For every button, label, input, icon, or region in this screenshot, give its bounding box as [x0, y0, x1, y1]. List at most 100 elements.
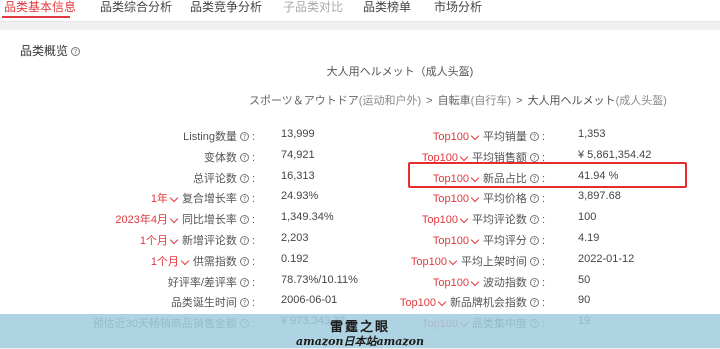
right-period-dropdown[interactable]: Top100	[433, 131, 469, 143]
breadcrumb-item-bicycle[interactable]: 自転車(自行车)	[438, 95, 511, 107]
highlight-box	[408, 162, 687, 188]
chevron-down-icon[interactable]	[437, 298, 447, 307]
help-icon[interactable]: ?	[239, 194, 249, 204]
tab-category-ranking[interactable]: 品类榜单	[363, 0, 411, 14]
left-metric-value: 2,203	[281, 232, 309, 244]
watermark-subtitle: amazon日本站amazon	[296, 335, 424, 348]
right-period-dropdown[interactable]: Top100	[433, 277, 469, 289]
section-title-text: 品类概览	[20, 44, 69, 58]
left-period-dropdown[interactable]: 1个月	[140, 235, 168, 247]
help-icon[interactable]: ?	[239, 132, 249, 141]
right-metric-label: Top100 平均评论数?:	[422, 211, 545, 227]
breadcrumb-item-adult-helmet: 大人用ヘルメット(成人头盔)	[527, 95, 667, 107]
left-metric-label: 好评率/差评率?:	[168, 274, 255, 290]
tab-category-competition-analysis[interactable]: 品类竞争分析	[190, 0, 262, 14]
left-period-dropdown[interactable]: 1年	[151, 193, 168, 205]
colon: :	[251, 255, 255, 268]
help-icon[interactable]: ?	[529, 132, 539, 141]
left-metric-name: 总评论数	[192, 172, 237, 185]
help-icon[interactable]: ?	[239, 256, 249, 266]
right-period-dropdown[interactable]: Top100	[422, 214, 458, 226]
help-icon[interactable]: ?	[239, 236, 249, 245]
right-metric-name: 平均价格	[482, 193, 527, 206]
tab-category-basic-info[interactable]: 品类基本信息	[4, 0, 76, 14]
help-icon[interactable]: ?	[529, 236, 539, 245]
help-icon[interactable]: ?	[529, 215, 539, 225]
left-metric-label: 1年 复合增长率?:	[151, 190, 255, 206]
colon: :	[541, 214, 545, 227]
chevron-down-icon[interactable]	[470, 235, 480, 245]
right-metric-name: 波动指数	[482, 276, 527, 289]
chevron-down-icon[interactable]	[169, 215, 179, 224]
right-metric-value: 4.19	[578, 232, 600, 244]
colon: :	[251, 297, 255, 310]
tab-market-analysis[interactable]: 市场分析	[434, 0, 482, 14]
right-period-dropdown[interactable]: Top100	[411, 256, 447, 268]
tab-subcategory-compare[interactable]: 子品类对比	[283, 0, 343, 14]
colon: :	[541, 193, 545, 206]
help-icon[interactable]: ?	[529, 194, 539, 204]
colon: :	[251, 172, 255, 185]
category-overview-panel: 品类概览? 大人用ヘルメット（成人头盔) スポーツ＆アウトドア(运动和户外) >…	[0, 30, 720, 348]
left-metric-name: 好评率/差评率	[167, 276, 237, 289]
help-icon[interactable]: ?	[529, 152, 539, 162]
left-metric-name: Listing数量	[183, 131, 237, 143]
left-metric-label: 2023年4月 同比增长率?:	[115, 211, 255, 227]
left-metric-name: 变体数	[203, 151, 237, 164]
right-metric-name: 平均评论数	[471, 214, 527, 227]
left-metric-value: 16,313	[281, 169, 315, 182]
left-metric-name: 供需指数	[192, 255, 237, 268]
help-icon[interactable]: ?	[239, 215, 249, 225]
help-icon[interactable]: ?	[71, 47, 81, 56]
tab-category-comprehensive-analysis[interactable]: 品类综合分析	[100, 0, 172, 14]
chevron-down-icon[interactable]	[470, 131, 480, 141]
right-metric-label: Top100 平均评分?:	[433, 232, 545, 248]
right-metric-value: 2022-01-12	[578, 252, 635, 265]
chevron-down-icon[interactable]	[169, 194, 179, 203]
left-metric-label: Listing数量?:	[183, 128, 255, 144]
right-metric-name: 新品牌机会指数	[449, 297, 527, 310]
chevron-down-icon[interactable]	[459, 215, 469, 224]
chevron-down-icon[interactable]	[180, 256, 190, 266]
colon: :	[541, 297, 545, 310]
help-icon[interactable]: ?	[239, 152, 249, 162]
breadcrumb-separator: >	[516, 95, 523, 107]
chevron-down-icon[interactable]	[459, 152, 469, 162]
left-metric-value: 74,921	[281, 148, 315, 161]
left-metric-value: 0.192	[281, 252, 309, 265]
left-metric-name: 同比增长率	[181, 214, 237, 227]
category-tabs: 品类基本信息 品类综合分析 品类竞争分析 子品类对比 品类榜单 市场分析	[0, 0, 720, 22]
right-metric-label: Top100 波动指数?:	[433, 274, 545, 290]
section-title: 品类概览?	[20, 42, 81, 59]
left-metric-label: 1个月 供需指数?:	[151, 253, 255, 269]
help-icon[interactable]: ?	[239, 277, 249, 287]
right-metric-value: 1,353	[578, 128, 606, 140]
right-period-dropdown[interactable]: Top100	[400, 297, 436, 309]
chevron-down-icon[interactable]	[448, 256, 458, 266]
left-metric-label: 1个月 新增评论数?:	[140, 232, 255, 248]
breadcrumb-item-sports[interactable]: スポーツ＆アウトドア(运动和户外)	[249, 95, 421, 107]
right-metric-name: 平均上架时间	[460, 255, 527, 268]
help-icon[interactable]: ?	[529, 256, 539, 266]
right-period-dropdown[interactable]: Top100	[433, 235, 469, 247]
right-metric-label: Top100 平均销量?:	[433, 128, 545, 144]
help-icon[interactable]: ?	[239, 298, 249, 308]
left-metric-name: 品类诞生时间	[170, 297, 237, 310]
help-icon[interactable]: ?	[529, 298, 539, 308]
help-icon[interactable]: ?	[529, 277, 539, 287]
active-tab-indicator	[2, 16, 70, 18]
chevron-down-icon[interactable]	[470, 277, 480, 286]
left-metric-value: 78.73%/10.11%	[281, 273, 358, 286]
colon: :	[251, 193, 255, 206]
breadcrumb: スポーツ＆アウトドア(运动和户外) > 自転車(自行车) > 大人用ヘルメット(…	[249, 92, 667, 108]
left-period-dropdown[interactable]: 1个月	[151, 256, 179, 268]
help-icon[interactable]: ?	[239, 173, 249, 183]
left-metric-value: 2006-06-01	[281, 294, 338, 307]
left-period-dropdown[interactable]: 2023年4月	[115, 214, 168, 226]
chevron-down-icon[interactable]	[169, 235, 179, 245]
right-metric-value: 3,897.68	[578, 190, 621, 203]
right-metric-label: Top100 平均价格?:	[433, 190, 545, 206]
chevron-down-icon[interactable]	[470, 194, 480, 203]
right-period-dropdown[interactable]: Top100	[433, 193, 469, 205]
colon: :	[541, 255, 545, 268]
